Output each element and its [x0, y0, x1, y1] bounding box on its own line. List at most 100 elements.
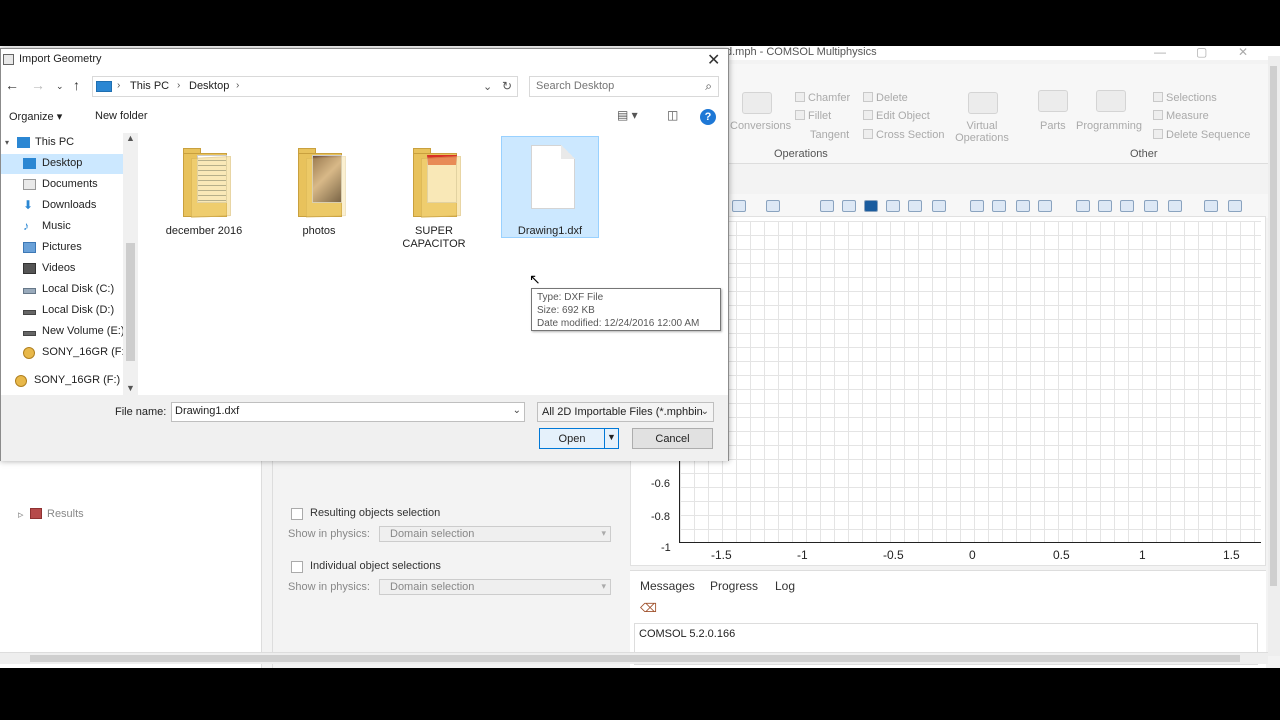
nav-scrollbar[interactable]: ▲ ▼ — [123, 133, 138, 395]
hide-icon[interactable] — [1076, 200, 1090, 212]
address-bar[interactable]: › This PC › Desktop › ⌄ ↻ — [92, 76, 518, 97]
refresh-icon[interactable]: ↻ — [502, 79, 512, 93]
resulting-objects-checkbox[interactable] — [291, 508, 303, 520]
scroll-up-icon[interactable]: ▲ — [126, 133, 135, 143]
wireframe-icon[interactable] — [1144, 200, 1158, 212]
file-item-photos[interactable]: photos — [271, 137, 369, 239]
view-options-icon[interactable]: ▤ ▾ — [617, 108, 638, 122]
reset-view-icon[interactable] — [1168, 200, 1182, 212]
show-in-physics-select[interactable]: Domain selection — [379, 579, 611, 595]
select-points-icon[interactable] — [908, 200, 922, 212]
individual-objects-checkbox[interactable] — [291, 561, 303, 573]
search-input[interactable] — [536, 80, 696, 92]
select-box-icon[interactable] — [970, 200, 984, 212]
nav-item-this-pc[interactable]: ▾ This PC — [1, 133, 123, 153]
file-name-input[interactable] — [175, 405, 505, 417]
parts-button[interactable]: Parts — [1040, 120, 1066, 132]
breadcrumb-this-pc[interactable]: This PC — [130, 80, 169, 92]
cancel-button[interactable]: Cancel — [632, 428, 713, 449]
nav-item-sony-f[interactable]: SONY_16GR (F:) — [1, 343, 128, 363]
plot-grid — [679, 221, 1261, 543]
search-box[interactable]: ⌕ — [529, 76, 719, 97]
cross-section-button[interactable]: Cross Section — [863, 129, 944, 141]
breadcrumb-chevron-icon[interactable]: › — [177, 80, 180, 91]
up-arrow-icon[interactable]: ↑ — [73, 77, 80, 93]
nav-item-pictures[interactable]: Pictures — [1, 238, 123, 258]
show-icon[interactable] — [1098, 200, 1112, 212]
back-arrow-icon[interactable]: ← — [5, 77, 19, 93]
chevron-down-icon[interactable]: ⌄ — [513, 405, 521, 416]
pictures-icon — [23, 242, 36, 253]
clear-broom-icon[interactable]: ⌫ — [640, 601, 657, 615]
tree-item-results[interactable]: Results — [47, 508, 84, 520]
nav-item-videos[interactable]: Videos — [1, 259, 123, 279]
nav-item-downloads[interactable]: ⬇ Downloads — [1, 196, 123, 216]
camera-icon[interactable] — [1204, 200, 1218, 212]
nav-item-local-disk-d[interactable]: Local Disk (D:) — [1, 301, 123, 321]
edit-object-button[interactable]: Edit Object — [863, 110, 930, 122]
axis-icon[interactable] — [766, 200, 780, 212]
select-domains-icon[interactable] — [842, 200, 856, 212]
clear-selection-icon[interactable] — [932, 200, 946, 212]
measure-button[interactable]: Measure — [1153, 110, 1209, 122]
chamfer-button[interactable]: Chamfer — [795, 92, 850, 104]
address-dropdown-icon[interactable]: ⌄ — [483, 80, 492, 93]
horizontal-scrollbar[interactable] — [0, 652, 1268, 664]
open-dropdown-icon[interactable]: ▼ — [604, 429, 618, 448]
tab-messages[interactable]: Messages — [640, 579, 695, 594]
nav-item-sony-f-root[interactable]: SONY_16GR (F:) — [1, 371, 123, 391]
tree-expand-icon[interactable]: ▹ — [18, 508, 24, 521]
tangent-button[interactable]: Tangent — [810, 129, 849, 141]
file-name-combobox[interactable]: ⌄ — [171, 402, 525, 422]
transparency-icon[interactable] — [1120, 200, 1134, 212]
file-item-drawing1-dxf[interactable]: Drawing1.dxf — [501, 136, 599, 238]
maximize-icon[interactable]: ▢ — [1196, 46, 1207, 59]
nav-item-documents[interactable]: Documents — [1, 175, 123, 195]
delete-button[interactable]: Delete — [863, 92, 908, 104]
breadcrumb-chevron-icon[interactable]: › — [236, 80, 239, 91]
programming-button[interactable]: Programming — [1076, 120, 1142, 132]
deselect-box-icon[interactable] — [992, 200, 1006, 212]
file-item-december-2016[interactable]: december 2016 — [156, 137, 254, 239]
virtual-operations-button[interactable]: Virtual Operations — [950, 120, 1014, 144]
y-tick-label: -0.6 — [651, 478, 670, 490]
breadcrumb-chevron-icon[interactable]: › — [117, 80, 120, 91]
file-item-super-capacitor[interactable]: SUPER CAPACITOR — [386, 137, 484, 250]
zoom-icon[interactable] — [732, 200, 746, 212]
tooltip-size: Size: 692 KB — [537, 305, 595, 316]
preview-pane-icon[interactable]: ◫ — [667, 108, 678, 122]
delete-sequence-button[interactable]: Delete Sequence — [1153, 129, 1250, 141]
help-icon[interactable]: ? — [700, 109, 716, 125]
zoom-box-icon[interactable] — [1016, 200, 1030, 212]
close-window-icon[interactable]: ✕ — [1238, 46, 1248, 59]
zoom-extents-icon[interactable] — [1038, 200, 1052, 212]
breadcrumb-desktop[interactable]: Desktop — [189, 80, 229, 92]
select-edges-icon[interactable] — [886, 200, 900, 212]
fillet-button[interactable]: Fillet — [795, 110, 831, 122]
results-icon — [30, 508, 42, 519]
minimize-icon[interactable]: — — [1154, 46, 1166, 59]
open-button[interactable]: Open ▼ — [539, 428, 619, 449]
file-type-select[interactable]: All 2D Importable Files (*.mphbin ⌄ — [537, 402, 714, 422]
navigation-pane: ▾ This PC Desktop Documents ⬇ Downloads … — [1, 133, 138, 395]
close-icon[interactable]: ✕ — [707, 50, 720, 70]
select-boundaries-icon[interactable] — [864, 200, 878, 212]
nav-item-local-disk-c[interactable]: Local Disk (C:) — [1, 280, 123, 300]
organize-button[interactable]: Organize ▾ — [9, 110, 62, 123]
nav-item-new-volume-e[interactable]: New Volume (E:) — [1, 322, 125, 342]
tab-log[interactable]: Log — [775, 579, 795, 593]
print-icon[interactable] — [1228, 200, 1242, 212]
scroll-down-icon[interactable]: ▼ — [126, 383, 135, 393]
show-in-physics-select[interactable]: Domain selection — [379, 526, 611, 542]
new-folder-button[interactable]: New folder — [95, 110, 148, 122]
vertical-scrollbar[interactable] — [1268, 56, 1280, 656]
nav-item-music[interactable]: ♪ Music — [1, 217, 123, 237]
forward-arrow-icon[interactable]: → — [31, 77, 45, 93]
select-objects-icon[interactable] — [820, 200, 834, 212]
conversions-button[interactable]: Conversions — [730, 120, 791, 132]
recent-chevron-icon[interactable]: ⌄ — [56, 81, 64, 92]
selections-button[interactable]: Selections — [1153, 92, 1217, 104]
tab-progress[interactable]: Progress — [710, 579, 758, 593]
settings-panel: Resulting objects selection Show in phys… — [272, 460, 628, 668]
nav-item-desktop[interactable]: Desktop — [1, 154, 123, 174]
